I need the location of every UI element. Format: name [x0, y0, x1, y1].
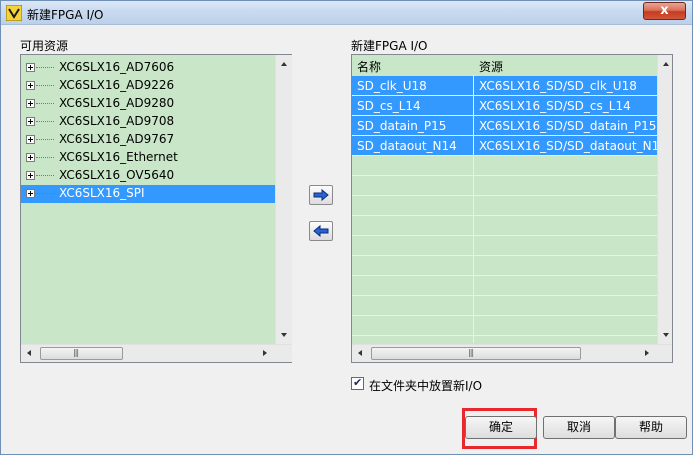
expand-plus-icon[interactable] — [26, 171, 35, 180]
tree-item[interactable]: XC6SLX16_OV5640 — [21, 167, 275, 185]
table-row[interactable]: SD_datain_P15 XC6SLX16_SD/SD_datain_P15 — [352, 116, 657, 136]
tree-item[interactable]: XC6SLX16_AD9226 — [21, 77, 275, 95]
new-fpga-io-dialog: 新建FPGA I/O x 可用资源 XC6SLX16_AD7606 XC6SLX1… — [0, 0, 693, 455]
expand-plus-icon[interactable] — [26, 135, 35, 144]
tree-item-label: XC6SLX16_AD9708 — [59, 114, 175, 128]
table-header: 名称 资源 — [352, 55, 657, 75]
scroll-up-icon[interactable] — [663, 62, 669, 66]
close-button[interactable]: x — [643, 2, 686, 20]
row-divider — [352, 195, 657, 196]
place-in-folder-checkbox[interactable]: ✔ — [351, 376, 364, 390]
table-hscroll-thumb[interactable]: ||| — [371, 347, 581, 360]
row-divider — [352, 135, 657, 136]
expand-plus-icon[interactable] — [26, 63, 35, 72]
arrow-right-icon — [313, 188, 329, 202]
tree-horizontal-scrollbar[interactable]: ||| — [21, 344, 292, 362]
row-divider — [352, 255, 657, 256]
tree-connector — [36, 67, 54, 68]
tree-item-label: XC6SLX16_AD9226 — [59, 78, 175, 92]
tree-item[interactable]: XC6SLX16_AD9767 — [21, 131, 275, 149]
cancel-button[interactable]: 取消 — [543, 416, 615, 439]
tree-connector — [36, 193, 54, 194]
tree-item-label: XC6SLX16_AD9280 — [59, 96, 175, 110]
row-divider — [352, 215, 657, 216]
tree-item[interactable]: XC6SLX16_AD9708 — [21, 113, 275, 131]
row-divider — [352, 235, 657, 236]
labview-app-icon — [6, 5, 22, 21]
row-divider — [352, 155, 657, 156]
row-divider — [352, 295, 657, 296]
close-icon: x — [660, 3, 669, 18]
tree-item-label: XC6SLX16_SPI — [59, 186, 145, 200]
tree-list: XC6SLX16_AD7606 XC6SLX16_AD9226 XC6SLX16_A… — [21, 55, 275, 344]
tree-connector — [36, 139, 54, 140]
ok-button[interactable]: 确定 — [465, 416, 537, 439]
scroll-right-icon[interactable] — [645, 350, 649, 356]
available-resources-tree[interactable]: XC6SLX16_AD7606 XC6SLX16_AD9226 XC6SLX16_A… — [20, 54, 292, 363]
checkmark-icon: ✔ — [353, 376, 363, 389]
cell-name: SD_cs_L14 — [357, 99, 421, 113]
scroll-right-icon[interactable] — [263, 350, 267, 356]
expand-plus-icon[interactable] — [26, 99, 35, 108]
table-horizontal-scrollbar[interactable]: ||| — [352, 344, 672, 362]
table-vertical-scrollbar[interactable] — [657, 55, 672, 344]
column-header-name[interactable]: 名称 — [357, 58, 381, 75]
tree-connector — [36, 175, 54, 176]
tree-vertical-scrollbar[interactable] — [275, 55, 292, 344]
table-row[interactable]: SD_dataout_N14 XC6SLX16_SD/SD_dataout_N14 — [352, 136, 657, 156]
arrow-left-icon — [313, 224, 329, 238]
tree-hscroll-thumb[interactable]: ||| — [40, 347, 123, 360]
tree-connector — [36, 121, 54, 122]
row-divider — [352, 115, 657, 116]
scroll-down-icon[interactable] — [281, 333, 287, 337]
scroll-left-icon[interactable] — [27, 350, 31, 356]
table-row[interactable]: SD_clk_U18 XC6SLX16_SD/SD_clk_U18 — [352, 76, 657, 96]
cell-resource: XC6SLX16_SD/SD_cs_L14 — [479, 99, 631, 113]
tree-item[interactable]: XC6SLX16_Ethernet — [21, 149, 275, 167]
tree-item-label: XC6SLX16_AD7606 — [59, 60, 175, 74]
tree-item[interactable]: XC6SLX16_SPI — [21, 185, 275, 203]
window-title: 新建FPGA I/O — [27, 8, 104, 22]
column-header-resource[interactable]: 资源 — [479, 58, 503, 75]
available-resources-label: 可用资源 — [20, 39, 69, 53]
expand-plus-icon[interactable] — [26, 117, 35, 126]
place-in-folder-label[interactable]: 在文件夹中放置新I/O — [369, 377, 482, 394]
cell-name: SD_datain_P15 — [357, 119, 447, 133]
scroll-up-icon[interactable] — [281, 62, 287, 66]
cell-name: SD_clk_U18 — [357, 79, 427, 93]
row-divider — [352, 275, 657, 276]
row-divider — [352, 175, 657, 176]
scroll-left-icon[interactable] — [358, 350, 362, 356]
add-to-list-button[interactable] — [309, 185, 333, 205]
tree-item-label: XC6SLX16_OV5640 — [59, 168, 175, 182]
tree-item-label: XC6SLX16_Ethernet — [59, 150, 178, 164]
tree-item[interactable]: XC6SLX16_AD7606 — [21, 59, 275, 77]
grip-icon: ||| — [468, 348, 474, 357]
table-row[interactable]: SD_cs_L14 XC6SLX16_SD/SD_cs_L14 — [352, 96, 657, 116]
cell-resource: XC6SLX16_SD/SD_dataout_N14 — [479, 139, 657, 153]
tree-item-label: XC6SLX16_AD9767 — [59, 132, 175, 146]
cell-resource: XC6SLX16_SD/SD_datain_P15 — [479, 119, 657, 133]
grip-icon: ||| — [73, 348, 79, 357]
title-bar: 新建FPGA I/O x — [1, 1, 692, 25]
help-button[interactable]: 帮助 — [615, 416, 687, 439]
row-divider — [352, 335, 657, 336]
tree-connector — [36, 103, 54, 104]
tree-connector — [36, 85, 54, 86]
new-fpga-io-table[interactable]: 名称 资源 SD_clk_U18 XC6SLX16_SD/SD_clk_U18 SD… — [351, 54, 673, 363]
cell-name: SD_dataout_N14 — [357, 139, 457, 153]
expand-plus-icon[interactable] — [26, 81, 35, 90]
row-divider — [352, 95, 657, 96]
expand-plus-icon[interactable] — [26, 153, 35, 162]
expand-plus-icon[interactable] — [26, 189, 35, 198]
cell-resource: XC6SLX16_SD/SD_clk_U18 — [479, 79, 637, 93]
tree-item[interactable]: XC6SLX16_AD9280 — [21, 95, 275, 113]
row-divider — [352, 315, 657, 316]
new-fpga-io-label: 新建FPGA I/O — [351, 39, 428, 53]
remove-from-list-button[interactable] — [309, 221, 333, 241]
scroll-down-icon[interactable] — [663, 333, 669, 337]
tree-connector — [36, 157, 54, 158]
